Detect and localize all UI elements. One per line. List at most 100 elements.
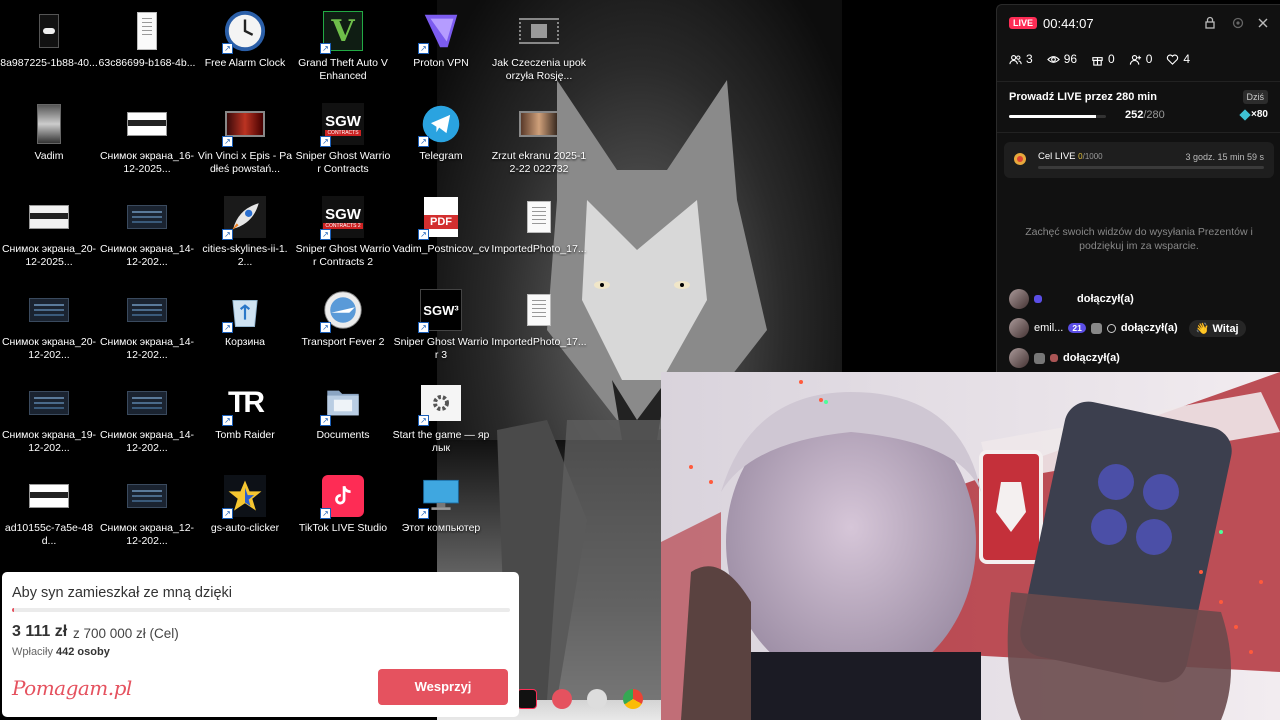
desktop-icon[interactable]: V ↗ Grand Theft Auto V Enhanced	[294, 4, 392, 90]
user-plus-icon	[1129, 54, 1141, 65]
tiktok-icon: ↗	[320, 473, 366, 519]
desktop-icon[interactable]: ↗ cities-skylines-ii-1.2...	[196, 190, 294, 276]
shortcut-arrow-icon: ↗	[320, 508, 331, 519]
desktop-icon[interactable]: SGW CONTRACTS 2 ↗ Sniper Ghost Warrior Cont…	[294, 190, 392, 276]
desktop-icon[interactable]: 8a987225-1b88-40...	[0, 4, 98, 90]
lock-icon[interactable]	[1203, 16, 1217, 30]
tiktok-taskbar-icon[interactable]	[517, 689, 537, 709]
cel-total: /1000	[1082, 152, 1103, 161]
desktop-icon-label: Jak Czeczenia upokorzyła Rosję...	[492, 57, 586, 82]
wave-button[interactable]: 👋 Witaj	[1188, 319, 1246, 337]
live-timer: 00:44:07	[1043, 16, 1094, 31]
desktop-icon[interactable]: SGW CONTRACTS ↗ Sniper Ghost Warrior Contra…	[294, 97, 392, 183]
live-goal-progress	[1009, 115, 1106, 118]
gta-icon: V ↗	[320, 8, 366, 54]
desktop-icon[interactable]: ↗ gs-auto-clicker	[196, 469, 294, 555]
desktop-icon[interactable]: 63c86699-b168-4b...	[98, 4, 196, 90]
shortcut-arrow-icon: ↗	[418, 229, 429, 240]
desktop-icon[interactable]: Снимок экрана_20-12-2025...	[0, 190, 98, 276]
desktop-icon-label: cities-skylines-ii-1.2...	[202, 243, 288, 268]
desktop-icon[interactable]: ImportedPhoto_17...	[490, 190, 588, 276]
shortcut-arrow-icon: ↗	[222, 136, 233, 147]
desktop-icon-label: Vin Vinci x Epis - Padłeś powstań...	[197, 150, 293, 175]
user-icon	[1106, 323, 1116, 333]
desktop-icon-label: Zrzut ekranu 2025-12-22 022732	[491, 150, 587, 175]
views-count: 96	[1063, 52, 1078, 66]
close-icon[interactable]	[1256, 16, 1270, 30]
joined-text: dołączył(a)	[1063, 352, 1120, 364]
goal-total: /280	[1143, 109, 1165, 121]
desktop-icon-label: Telegram	[419, 150, 463, 162]
record-taskbar-icon[interactable]	[552, 689, 572, 709]
badge-icon	[1050, 354, 1058, 362]
fundraiser-widget: Aby syn zamieszkał ze mną dzięki 3 111 z…	[2, 572, 519, 717]
desktop-icon[interactable]: Vadim	[0, 97, 98, 183]
desktop-icon[interactable]: Снимок экрана_16-12-2025...	[98, 97, 196, 183]
live-goal-title: Prowadź LIVE przez 280 min	[1009, 91, 1157, 103]
desktop-icon-label: gs-auto-clicker	[210, 522, 280, 534]
support-button[interactable]: Wesprzyj	[378, 669, 508, 705]
desktop-icon[interactable]: ↗ Free Alarm Clock	[196, 4, 294, 90]
desktop-icon[interactable]: PDF ↗ Vadim_Postnicov_cv	[392, 190, 490, 276]
wave-label: Witaj	[1212, 322, 1239, 335]
chat-row: emil... 21 dołączył(a) 👋 Witaj	[1009, 318, 1246, 338]
joined-text: dołączył(a)	[1120, 322, 1178, 334]
chat-username[interactable]: emil...	[1034, 322, 1063, 334]
desktop-icon[interactable]: ↗ Proton VPN	[392, 4, 490, 90]
users-count: 3	[1026, 52, 1033, 66]
desktop-icon[interactable]: Zrzut ekranu 2025-12-22 022732	[490, 97, 588, 183]
desktop-icon[interactable]: Снимок экрана_20-12-202...	[0, 283, 98, 369]
chat-list: dołączył(a) emil... 21 dołączył(a) 👋 Wit…	[997, 287, 1280, 371]
desktop-icon[interactable]: Jak Czeczenia upokorzyła Rosję...	[490, 4, 588, 90]
cel-title-text: Cel LIVE	[1038, 151, 1076, 162]
fundraiser-progress	[12, 608, 510, 612]
desktop-icon[interactable]: Снимок экрана_14-12-202...	[98, 190, 196, 276]
pdf-label: PDF	[424, 215, 458, 229]
divider	[997, 81, 1280, 82]
desktop-icon[interactable]: Снимок экрана_19-12-202...	[0, 376, 98, 462]
desktop-icon[interactable]: ↗ TikTok LIVE Studio	[294, 469, 392, 555]
desktop-icon[interactable]: Снимок экрана_12-12-202...	[98, 469, 196, 555]
app-taskbar-icon[interactable]	[587, 689, 607, 709]
settings-icon[interactable]	[1231, 16, 1245, 30]
divider	[997, 132, 1280, 133]
live-stats: 3 96 0 0 4	[1009, 52, 1190, 66]
desktop-icon[interactable]: ad10155c-7a5e-48d...	[0, 469, 98, 555]
desktop-icon[interactable]: ↗ Transport Fever 2	[294, 283, 392, 369]
cel-live-card[interactable]: Cel LIVE 0/1000 3 godz. 15 min 59 s	[1004, 142, 1274, 178]
desktop-icon[interactable]: ↗ Корзина	[196, 283, 294, 369]
badge-icon	[1034, 295, 1042, 303]
desktop-icon-label: Снимок экрана_16-12-2025...	[99, 150, 195, 175]
desktop-icon[interactable]: SGW³ ↗ Sniper Ghost Warrior 3	[392, 283, 490, 369]
desktop-icon[interactable]: ↗ Этот компьютер	[392, 469, 490, 555]
likes-stat: 4	[1166, 52, 1190, 66]
cel-progress-bar	[1038, 166, 1264, 169]
desktop-icon[interactable]: TR ↗ Tomb Raider	[196, 376, 294, 462]
desktop-icon-label: ImportedPhoto_17...	[491, 243, 587, 255]
live-goal-count: 252/280	[1125, 109, 1165, 121]
shortcut-arrow-icon: ↗	[320, 43, 331, 54]
shot-dark-icon	[124, 380, 170, 426]
wolf-icon	[26, 101, 72, 147]
desktop-icon[interactable]: ↗ Telegram	[392, 97, 490, 183]
star-icon: ↗	[222, 473, 268, 519]
desktop-icon[interactable]: ImportedPhoto_17...	[490, 283, 588, 369]
doc-icon	[516, 287, 562, 333]
desktop-icon[interactable]: ↗ Start the game — ярлык	[392, 376, 490, 462]
followers-count: 0	[1145, 52, 1153, 66]
desktop-icon[interactable]: ↗ Documents	[294, 376, 392, 462]
desktop-icon-label: Снимок экрана_14-12-202...	[99, 429, 195, 454]
desktop-icon[interactable]: Снимок экрана_14-12-202...	[98, 376, 196, 462]
chrome-taskbar-icon[interactable]	[623, 689, 643, 709]
fundraiser-progress-fill	[12, 608, 15, 612]
desktop-icon-label: Этот компьютер	[401, 522, 481, 534]
gem-reward: ×80	[1239, 108, 1268, 121]
raised-amount: 3 111 zł	[12, 623, 68, 640]
desktop-icon-label: 63c86699-b168-4b...	[98, 57, 196, 69]
views-stat: 96	[1046, 52, 1078, 66]
desktop-icon[interactable]: ↗ Vin Vinci x Epis - Padłeś powstań...	[196, 97, 294, 183]
sgw-logo-text: SGW	[325, 112, 361, 130]
desktop-icon[interactable]: Снимок экрана_14-12-202...	[98, 283, 196, 369]
desktop-icon-label: Transport Fever 2	[301, 336, 385, 348]
shot-dark-icon	[124, 287, 170, 333]
